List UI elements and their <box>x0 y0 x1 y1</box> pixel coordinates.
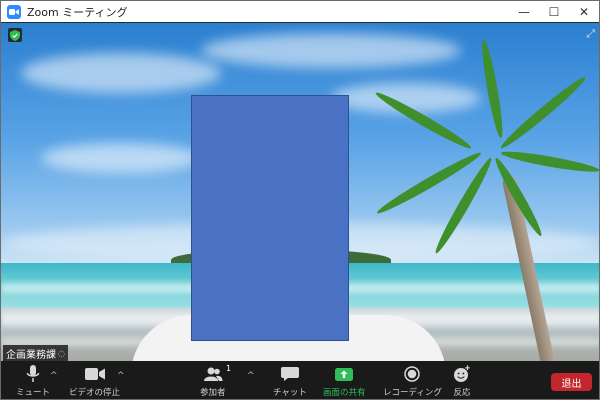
participants-icon <box>203 365 223 383</box>
leave-meeting-button[interactable]: 退出 <box>551 373 592 391</box>
participant-name: 企画業務課 <box>6 350 56 361</box>
title-bar: Zoom ミーティング — ☐ ✕ <box>1 1 599 23</box>
video-camera-icon <box>84 365 105 383</box>
participant-name-tag: 企画業務課 ◌ <box>3 345 68 361</box>
reactions-button[interactable]: 反応 <box>453 365 471 398</box>
chat-button[interactable]: チャット <box>273 365 307 398</box>
record-icon <box>404 365 421 383</box>
cloud <box>201 33 461 68</box>
meeting-toolbar: ミュート ^ ビデオの停止 ^ 参加者 1 ^ チャット 画面の共有 レコーディ… <box>1 361 599 399</box>
cloud <box>41 143 201 173</box>
fullscreen-icon[interactable]: ⤢ <box>586 27 595 41</box>
mic-status-icon: ◌ <box>58 349 65 358</box>
video-area: ⤢ 企画業務課 ◌ <box>1 23 599 361</box>
zoom-window: Zoom ミーティング — ☐ ✕ ⤢ 企画業務課 ◌ ミュート ^ ビデオの停… <box>0 0 600 400</box>
minimize-button[interactable]: — <box>509 1 539 22</box>
record-button[interactable]: レコーディング <box>383 365 442 398</box>
emoji-reaction-icon <box>453 365 471 383</box>
close-button[interactable]: ✕ <box>569 1 599 22</box>
maximize-button[interactable]: ☐ <box>539 1 569 22</box>
cloud <box>21 53 221 93</box>
participants-options-caret-icon[interactable]: ^ <box>247 371 255 381</box>
microphone-icon <box>26 365 40 383</box>
participants-button[interactable]: 参加者 <box>200 365 226 398</box>
video-options-caret-icon[interactable]: ^ <box>117 371 125 381</box>
stop-video-button[interactable]: ビデオの停止 <box>69 365 120 398</box>
share-screen-button[interactable]: 画面の共有 <box>323 365 366 398</box>
share-screen-icon <box>335 365 354 383</box>
window-title: Zoom ミーティング <box>27 5 128 19</box>
participant-face-redaction <box>191 95 349 341</box>
chat-bubble-icon <box>280 365 299 383</box>
audio-options-caret-icon[interactable]: ^ <box>50 371 58 381</box>
zoom-app-icon <box>7 4 21 19</box>
security-shield-icon[interactable] <box>8 28 22 42</box>
mute-button[interactable]: ミュート <box>16 365 50 398</box>
participants-count-badge: 1 <box>226 364 232 373</box>
